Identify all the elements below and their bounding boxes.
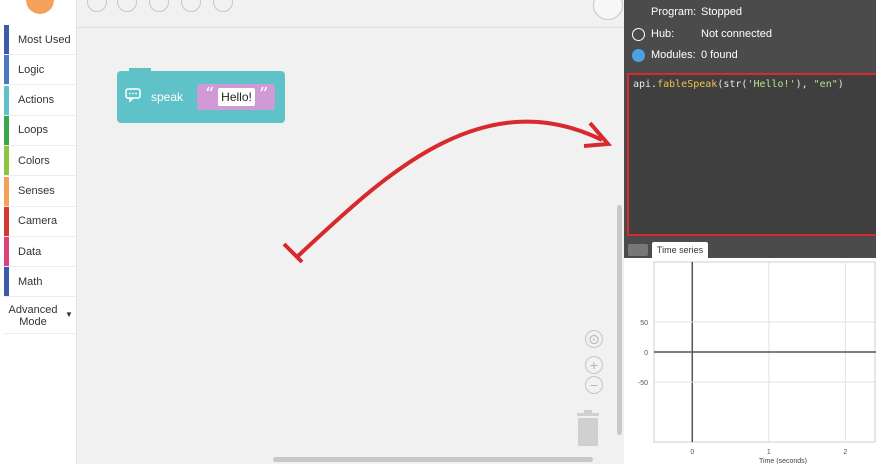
sidebar-item-actions[interactable]: Actions [4,85,77,116]
workspace-horizontal-scrollbar[interactable] [273,457,593,462]
modules-status-row: Modules: 0 found [632,47,738,63]
category-color-bar [4,176,9,206]
sidebar-item-most-used[interactable]: Most Used [4,25,77,55]
settings-icon[interactable] [213,0,233,12]
advanced-mode-label: Advanced Mode [8,304,58,328]
workspace-toolbar [77,0,624,28]
code-args-close: ) [837,79,844,90]
sidebar-item-loops[interactable]: Loops [4,115,77,146]
hub-icon [632,27,645,41]
code-args-open: (str( [717,79,748,90]
center-icon[interactable]: ⊙ [585,330,603,348]
close-quote-icon: ” [259,84,269,105]
category-color-bar [4,55,9,85]
text-slot[interactable]: “ Hello! ” [197,84,275,110]
sidebar-item-senses[interactable]: Senses [4,176,77,207]
code-language: "en" [813,79,838,90]
status-section: Program: Stopped Hub: Not connected Modu… [624,0,876,70]
x-tick-label: 2 [843,449,847,456]
speak-block[interactable]: speak “ Hello! ” [117,68,285,123]
sidebar-item-label: Logic [18,63,45,76]
sidebar-item-colors[interactable]: Colors [4,146,77,177]
save-icon[interactable] [149,0,169,12]
code-function: fableSpeak [657,79,718,90]
category-color-bar [4,146,9,176]
sidebar-item-data[interactable]: Data [4,237,77,268]
sidebar-item-camera[interactable]: Camera [4,206,77,237]
code-view[interactable]: api.fableSpeak(str('Hello!'), "en") [627,73,876,236]
zoom-out-icon[interactable]: − [585,376,603,394]
sidebar-item-logic[interactable]: Logic [4,55,77,86]
time-series-plot: 0 1 2 50 0 -50 Time (seconds) [638,261,876,464]
workspace-vertical-scrollbar[interactable] [617,205,622,435]
sidebar-item-label: Math [18,275,43,288]
category-color-bar [4,25,9,54]
hub-key: Hub: [651,28,675,40]
app-logo[interactable] [26,0,54,14]
code-string: 'Hello!' [747,79,796,90]
sidebar-item-label: Actions [18,94,55,107]
sidebar-item-label: Senses [18,185,55,197]
program-value: Stopped [701,6,742,18]
category-color-bar [4,115,9,145]
search-icon[interactable] [593,0,623,20]
y-tick-label: 0 [644,350,648,357]
modules-value: 0 found [701,49,738,61]
modules-key: Modules: [651,49,696,61]
tab-terminal[interactable] [628,244,648,256]
sidebar-item-label: Camera [18,215,58,228]
right-panel: Program: Stopped Hub: Not connected Modu… [624,0,876,464]
sidebar-item-label: Data [18,245,42,258]
redo-icon[interactable] [117,0,137,12]
y-tick-label: 50 [640,320,648,327]
sidebar-item-math[interactable]: Math [4,267,77,298]
zoom-in-icon[interactable]: + [585,356,603,374]
x-tick-label: 1 [767,449,771,456]
sidebar-item-label: Colors [18,154,50,167]
code-prefix: api. [633,79,658,90]
trash-icon[interactable] [575,410,601,446]
block-notch [129,68,151,74]
program-status-row: Program: Stopped [632,4,742,20]
program-icon [632,6,645,19]
open-quote-icon: “ [205,84,215,105]
text-value-field[interactable]: Hello! [218,88,255,106]
category-sidebar: Most Used Logic Actions Loops Colors Senses Ca… [0,0,77,464]
category-color-bar [4,85,9,115]
category-color-bar [4,237,9,267]
advanced-mode-dropdown[interactable]: Advanced Mode ▼ [4,300,77,334]
code-args-mid: ), [795,79,814,90]
time-series-chart: 0 1 2 50 0 -50 Time (seconds) [624,258,876,464]
output-tab-bar: Time series [624,241,876,258]
x-tick-label: 0 [690,449,694,456]
sidebar-item-label: Most Used [18,33,71,46]
undo-icon[interactable] [87,0,107,12]
app-root: Most Used Logic Actions Loops Colors Senses Ca… [0,0,876,464]
info-icon [632,48,645,62]
category-color-bar [4,206,9,236]
hub-status-row: Hub: Not connected [632,26,772,42]
category-color-bar [4,267,9,297]
y-tick-label: -50 [638,380,648,387]
load-icon[interactable] [181,0,201,12]
chevron-down-icon: ▼ [65,310,73,319]
speech-bubble-icon [125,88,141,102]
block-label: speak [151,90,184,104]
program-key: Program: [651,6,697,18]
tab-time-series[interactable]: Time series [652,242,708,258]
hub-value: Not connected [701,28,772,40]
x-axis-label: Time (seconds) [759,458,807,464]
code-line: api.fableSpeak(str('Hello!'), "en") [633,79,844,90]
sidebar-item-label: Loops [18,124,48,137]
block-workspace[interactable]: speak “ Hello! ” ⊙ + − [77,0,624,464]
